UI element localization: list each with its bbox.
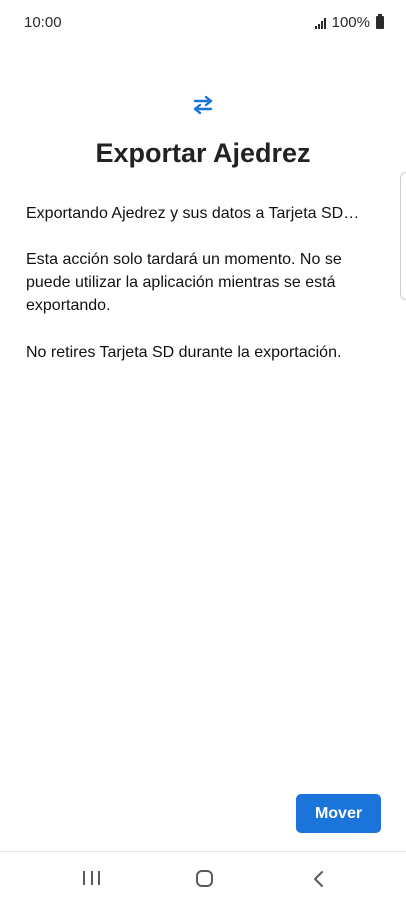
recent-apps-icon[interactable]	[83, 871, 100, 885]
status-time: 10:00	[24, 14, 62, 31]
export-status-text: Exportando Ajedrez y sus datos a Tarjeta…	[26, 205, 360, 222]
transfer-arrows-icon	[193, 95, 213, 115]
export-warning-text: No retires Tarjeta SD durante la exporta…	[26, 344, 342, 361]
edge-panel-handle[interactable]	[400, 172, 406, 300]
export-screen: 10:00 100% Exportar Ajedrez Exportando A…	[0, 0, 406, 902]
home-icon[interactable]	[196, 870, 213, 887]
back-icon[interactable]	[312, 870, 326, 888]
battery-icon	[376, 14, 384, 29]
status-bar: 10:00 100%	[0, 0, 406, 44]
navigation-bar	[0, 852, 406, 902]
battery-percent: 100%	[331, 14, 370, 31]
move-button[interactable]: Mover	[296, 794, 381, 833]
export-info-text: Esta acción solo tardará un momento. No …	[26, 251, 342, 314]
status-indicators: 100%	[314, 14, 384, 31]
signal-icon	[314, 17, 326, 29]
page-title: Exportar Ajedrez	[95, 138, 311, 168]
